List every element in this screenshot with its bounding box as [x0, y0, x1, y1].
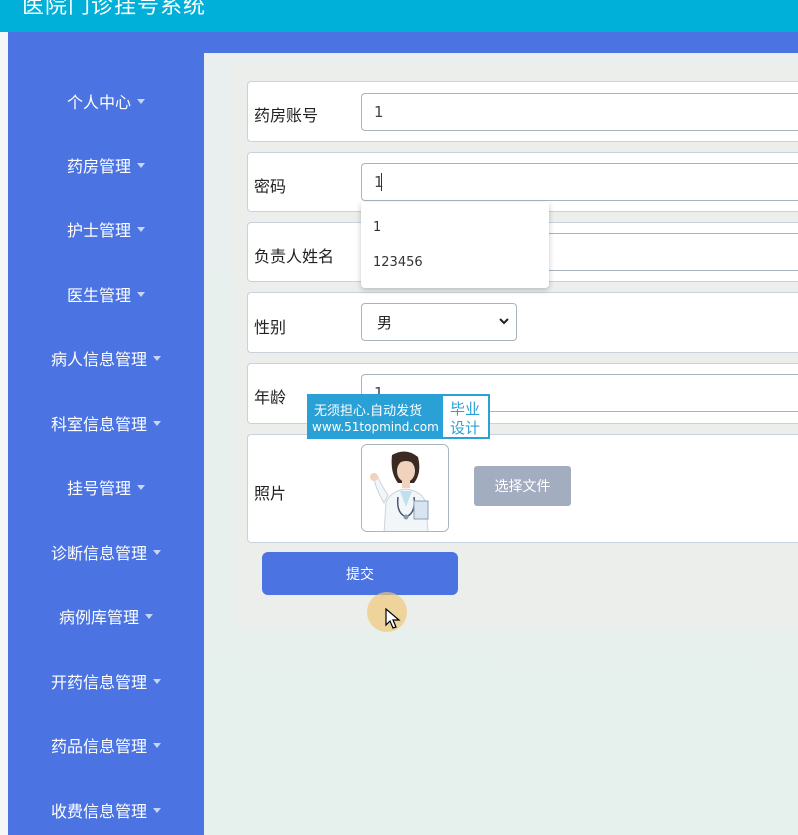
- sidebar-item-label: 病例库管理: [58, 608, 139, 627]
- gender-select[interactable]: 男: [361, 303, 517, 341]
- account-input[interactable]: [361, 93, 798, 131]
- chevron-down-icon: [499, 318, 509, 325]
- age-label: 年龄: [254, 388, 287, 407]
- sidebar-item-label: 护士管理: [66, 221, 131, 240]
- sidebar-item-case-library[interactable]: 病例库管理: [8, 601, 204, 631]
- watermark-tag-top: 毕业: [450, 400, 481, 418]
- sidebar-item-label: 收费信息管理: [50, 802, 147, 821]
- sidebar-item-label: 诊断信息管理: [50, 544, 147, 563]
- gender-selected-value: 男: [377, 313, 393, 332]
- chevron-down-icon: [153, 807, 161, 813]
- sidebar-item-pharmacy[interactable]: 药房管理: [8, 150, 204, 180]
- autocomplete-option[interactable]: 123456: [373, 255, 423, 270]
- sidebar-item-charge-info[interactable]: 收费信息管理: [8, 795, 204, 825]
- watermark-slogan: 无须担心.自动发货: [314, 404, 423, 419]
- sidebar-item-department-info[interactable]: 科室信息管理: [8, 408, 204, 438]
- sidebar-item-patient-info[interactable]: 病人信息管理: [8, 343, 204, 373]
- chevron-down-icon: [145, 613, 153, 619]
- password-label: 密码: [254, 177, 287, 196]
- doctor-photo: [362, 445, 448, 531]
- sidebar-item-label: 个人中心: [66, 93, 131, 112]
- manager-label: 负责人姓名: [254, 247, 335, 266]
- chevron-down-icon: [153, 742, 161, 748]
- sidebar-item-prescription-info[interactable]: 开药信息管理: [8, 666, 204, 696]
- sidebar-item-label: 科室信息管理: [50, 415, 147, 434]
- gender-label: 性别: [254, 318, 287, 337]
- watermark-url: www.51topmind.com: [312, 420, 439, 434]
- sidebar-item-medicine-info[interactable]: 药品信息管理: [8, 730, 204, 760]
- chevron-down-icon: [153, 355, 161, 361]
- content-top-bar: [204, 32, 798, 53]
- watermark-left-panel: 无须担心.自动发货 www.51topmind.com: [309, 396, 443, 437]
- window-edge: [0, 32, 8, 835]
- account-label: 药房账号: [254, 106, 319, 125]
- sidebar-item-label: 药品信息管理: [50, 737, 147, 756]
- sidebar-item-label: 医生管理: [66, 286, 131, 305]
- sidebar-item-label: 病人信息管理: [50, 350, 147, 369]
- sidebar-item-nurse[interactable]: 护士管理: [8, 214, 204, 244]
- autocomplete-option[interactable]: 1: [373, 220, 381, 235]
- chevron-down-icon: [137, 162, 145, 168]
- chevron-down-icon: [137, 226, 145, 232]
- sidebar-item-doctor[interactable]: 医生管理: [8, 279, 204, 309]
- submit-button[interactable]: 提交: [262, 552, 458, 595]
- chevron-down-icon: [137, 291, 145, 297]
- sidebar-item-label: 药房管理: [66, 157, 131, 176]
- sidebar-item-registration[interactable]: 挂号管理: [8, 472, 204, 502]
- password-input[interactable]: [361, 163, 798, 201]
- chevron-down-icon: [137, 484, 145, 490]
- chevron-down-icon: [137, 98, 145, 104]
- watermark-tag-bottom: 设计: [450, 419, 481, 437]
- photo-label: 照片: [254, 484, 287, 503]
- chevron-down-icon: [153, 678, 161, 684]
- mouse-pointer-icon: [385, 608, 401, 629]
- autocomplete-dropdown: 1 123456: [361, 202, 549, 288]
- sidebar-item-label: 挂号管理: [66, 479, 131, 498]
- app-title: 医院门诊挂号系统: [22, 0, 207, 19]
- sidebar-item-diagnosis-info[interactable]: 诊断信息管理: [8, 537, 204, 567]
- photo-preview[interactable]: [361, 444, 449, 532]
- watermark-banner: 无须担心.自动发货 www.51topmind.com 毕业 设计: [307, 394, 490, 439]
- choose-file-button[interactable]: 选择文件: [474, 466, 571, 506]
- chevron-down-icon: [153, 420, 161, 426]
- app-header: 医院门诊挂号系统: [0, 0, 798, 32]
- text-cursor: [381, 173, 382, 191]
- sidebar-item-personal-center[interactable]: 个人中心: [8, 86, 204, 116]
- sidebar-item-label: 开药信息管理: [50, 673, 147, 692]
- chevron-down-icon: [153, 549, 161, 555]
- form-row-gender: 性别: [247, 292, 798, 353]
